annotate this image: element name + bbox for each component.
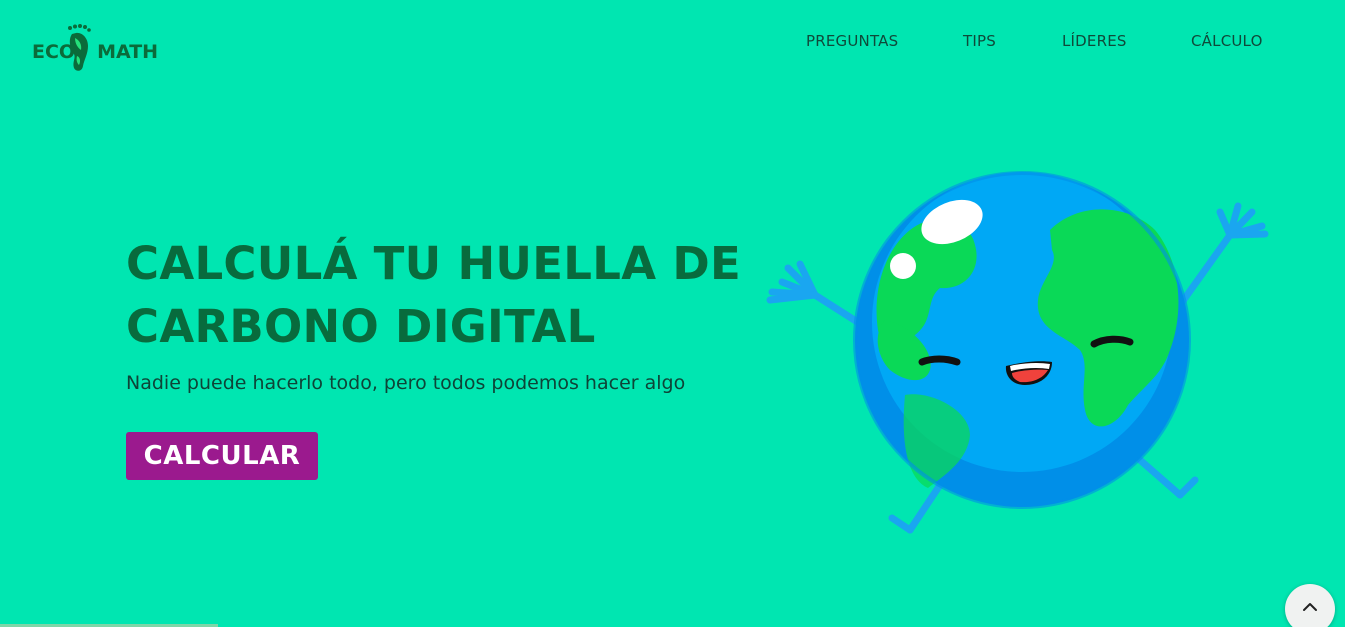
main-nav: PREGUNTAS TIPS LÍDERES CÁLCULO: [0, 32, 1345, 54]
calcular-button[interactable]: CALCULAR: [126, 432, 318, 480]
nav-link-preguntas[interactable]: PREGUNTAS: [806, 32, 898, 50]
scroll-to-top-button[interactable]: [1285, 584, 1335, 627]
landing-page: ECO MATH PREGUNTAS TIPS LÍDERES CÁLCULO C…: [0, 0, 1345, 627]
nav-link-calculo[interactable]: CÁLCULO: [1191, 32, 1263, 50]
hero-title-line-2: CARBONO DIGITAL: [126, 300, 596, 353]
chevron-up-icon: [1303, 603, 1317, 611]
hero-title-line-1: CALCULÁ TU HUELLA DE: [126, 237, 742, 290]
hero-subtitle: Nadie puede hacerlo todo, pero todos pod…: [126, 372, 686, 394]
happy-earth-illustration: [766, 171, 1269, 534]
hero-title: CALCULÁ TU HUELLA DE CARBONO DIGITAL: [126, 232, 766, 358]
nav-link-tips[interactable]: TIPS: [963, 32, 996, 50]
nav-link-lideres[interactable]: LÍDERES: [1062, 32, 1127, 50]
